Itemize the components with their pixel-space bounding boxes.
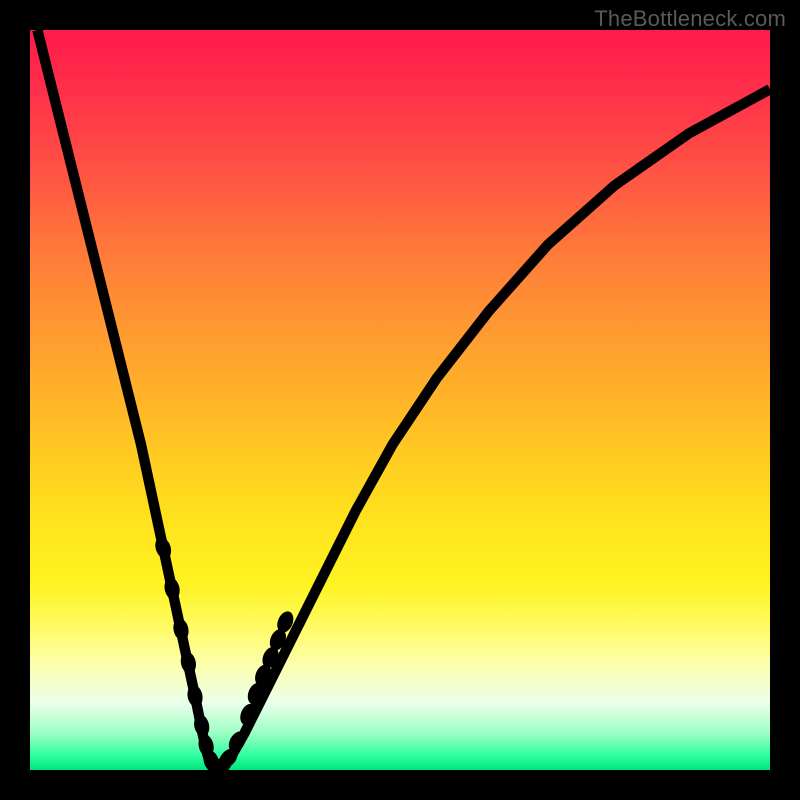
plot-area — [30, 30, 770, 770]
chart-svg — [30, 30, 770, 770]
outer-frame: TheBottleneck.com — [0, 0, 800, 800]
watermark-text: TheBottleneck.com — [594, 6, 786, 32]
curves — [37, 30, 770, 769]
curve-right — [216, 89, 770, 769]
marker-group — [152, 535, 296, 770]
marker-point — [152, 535, 174, 561]
